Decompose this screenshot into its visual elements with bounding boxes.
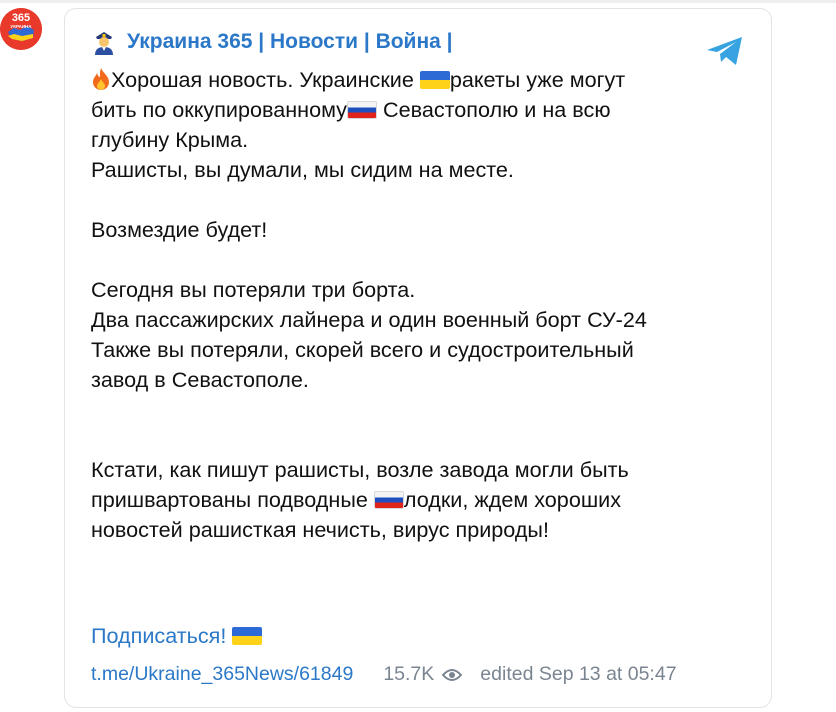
edited-timestamp: edited Sep 13 at 05:47 <box>480 663 677 685</box>
text-line: Хорошая новость. Украинские ракеты уже м… <box>91 65 761 95</box>
text-line-2a: бить по оккупированному <box>91 97 347 122</box>
top-divider <box>0 0 836 3</box>
subscribe-label[interactable]: Подписаться! <box>91 623 232 648</box>
text-line: глубину Крыма. <box>91 127 249 152</box>
fire-icon <box>93 68 109 90</box>
text-line-1b: ракеты уже могут <box>449 67 626 92</box>
text-line: Рашисты, вы думали, мы сидим на месте. <box>91 157 514 182</box>
text-line: Кстати, как пишут рашисты, возле завода … <box>91 457 629 482</box>
russia-flag-icon <box>373 491 404 509</box>
avatar-subtext: УКРАИНА <box>10 24 32 29</box>
police-officer-icon <box>95 32 113 55</box>
text-line: новостей рашисткая нечисть, вирус природ… <box>91 517 549 542</box>
message-text: Хорошая новость. Украинские ракеты уже м… <box>91 65 761 545</box>
channel-title[interactable]: Украина 365 | Новости | Война | <box>127 30 453 54</box>
text-line: бить по оккупированному Севастополю и на… <box>91 95 761 125</box>
text-line-11b: лодки, ждем хороших <box>403 487 622 512</box>
text-line-1a: Хорошая новость. Украинские <box>111 67 420 92</box>
post-link[interactable]: t.me/Ukraine_365News/61849 <box>91 663 353 686</box>
eye-icon <box>442 668 463 681</box>
avatar-text: 365 <box>12 12 30 24</box>
text-line: Возмездие будет! <box>91 217 268 242</box>
telegram-icon[interactable] <box>705 35 745 67</box>
text-line: Два пассажирских лайнера и один военный … <box>91 307 647 332</box>
text-line: Также вы потеряли, скорей всего и судост… <box>91 337 634 362</box>
russia-flag-icon <box>346 101 377 119</box>
view-count-value: 15.7K <box>383 663 435 685</box>
ukraine-flag-icon <box>232 627 263 645</box>
ukraine-flag-icon <box>419 71 450 89</box>
text-line-11a: пришвартованы подводные <box>91 487 374 512</box>
text-line: Сегодня вы потеряли три борта. <box>91 277 416 302</box>
message-card: Украина 365 | Новости | Война | Хорошая … <box>64 8 772 708</box>
message-header: Украина 365 | Новости | Война | <box>93 29 453 55</box>
message-footer: t.me/Ukraine_365News/61849 15.7K edited … <box>91 663 677 686</box>
channel-avatar[interactable]: 365 УКРАИНА <box>0 8 42 50</box>
text-line-2b: Севастополю и на всю <box>376 97 611 122</box>
text-line: завод в Севастополе. <box>91 367 309 392</box>
view-count: 15.7K <box>383 663 463 686</box>
text-line: пришвартованы подводные лодки, ждем хоро… <box>91 485 761 515</box>
subscribe-link[interactable]: Подписаться! <box>91 623 263 649</box>
